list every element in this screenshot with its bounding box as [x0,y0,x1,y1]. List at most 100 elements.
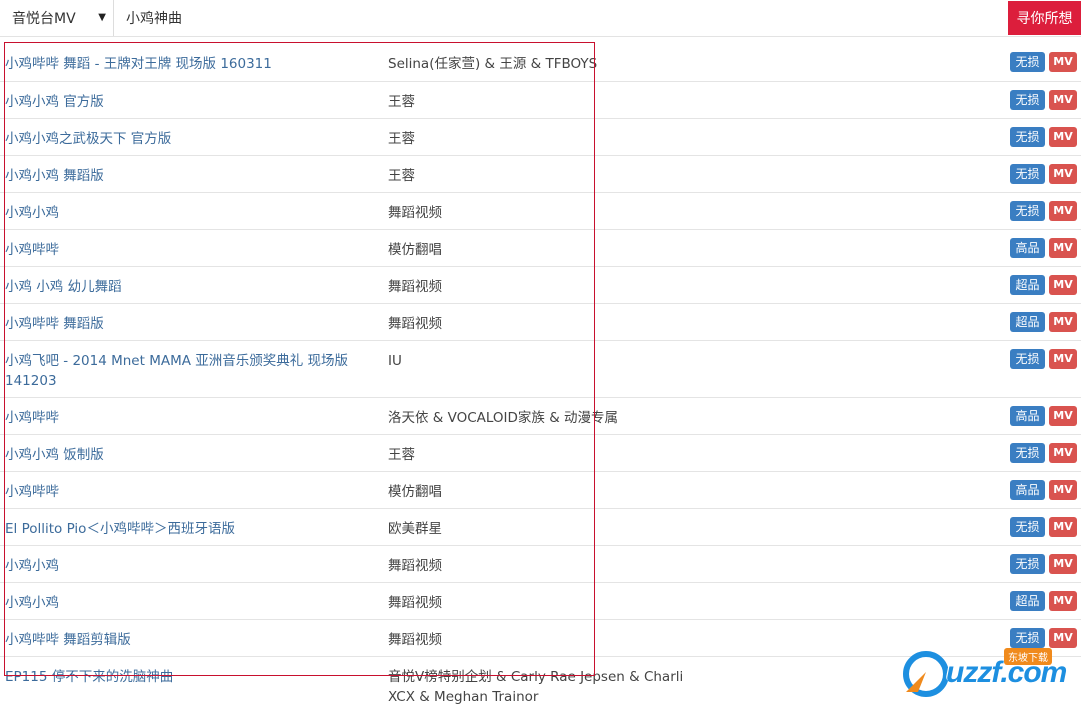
result-row: 小鸡小鸡 舞蹈视频 超品 MV [0,582,1081,619]
artist-name: 模仿翻唱 [388,484,442,500]
mv-badge[interactable]: MV [1049,127,1077,147]
song-title-link[interactable]: 小鸡哔哔 舞蹈版 [5,314,377,334]
song-title-link[interactable]: EP115 停不下来的洗脑神曲 [5,667,377,687]
mv-badge[interactable]: MV [1049,349,1077,369]
result-row: 小鸡小鸡 舞蹈视频 无损 MV [0,545,1081,582]
mv-badge[interactable]: MV [1049,312,1077,332]
mv-badge[interactable]: MV [1049,517,1077,537]
quality-badge[interactable]: 无损 [1010,628,1045,648]
artist-name: 舞蹈视频 [388,316,442,332]
search-input[interactable] [115,0,1007,36]
badge-group: 无损 MV [1010,52,1077,72]
song-title-link[interactable]: 小鸡 小鸡 幼儿舞蹈 [5,277,377,297]
badge-group: 超品 MV [1010,275,1077,295]
mv-badge[interactable]: MV [1049,238,1077,258]
quality-badge[interactable]: 超品 [1010,312,1045,332]
artist-name: IU [388,353,402,369]
result-row: 小鸡小鸡 舞蹈版 王蓉 无损 MV [0,155,1081,192]
badge-group: 无损 MV [1010,443,1077,463]
result-row: 小鸡哔哔 洛天依 & VOCALOID家族 & 动漫专属 高品 MV [0,397,1081,434]
artist-name: 舞蹈视频 [388,279,442,295]
mv-badge[interactable]: MV [1049,443,1077,463]
song-title-link[interactable]: 小鸡小鸡 官方版 [5,92,377,112]
badge-group: 无损 MV [1010,628,1077,648]
song-title-link[interactable]: 小鸡哔哔 [5,408,377,428]
badge-group: 超品 MV [1010,312,1077,332]
quality-badge[interactable]: 无损 [1010,349,1045,369]
quality-badge[interactable]: 无损 [1010,517,1045,537]
result-row: 小鸡 小鸡 幼儿舞蹈 舞蹈视频 超品 MV [0,266,1081,303]
artist-name: 王蓉 [388,94,415,110]
chevron-down-icon: ▼ [98,12,106,23]
quality-badge[interactable]: 超品 [1010,591,1045,611]
artist-name: 洛天依 & VOCALOID家族 & 动漫专属 [388,410,619,426]
song-title-link[interactable]: 小鸡哔哔 [5,482,377,502]
song-title-link[interactable]: 小鸡小鸡 [5,556,377,576]
artist-name: 模仿翻唱 [388,242,442,258]
quality-badge[interactable]: 高品 [1010,238,1045,258]
mv-badge[interactable]: MV [1049,554,1077,574]
badge-group: 超品 MV [1010,591,1077,611]
song-title-link[interactable]: 小鸡小鸡之武极天下 官方版 [5,129,377,149]
quality-badge[interactable]: 无损 [1010,554,1045,574]
artist-name: 舞蹈视频 [388,632,442,648]
badge-group: 无损 MV [1010,517,1077,537]
result-row: 小鸡小鸡 官方版 王蓉 无损 MV [0,81,1081,118]
badge-group: 无损 MV [1010,201,1077,221]
result-row: 小鸡哔哔 舞蹈版 舞蹈视频 超品 MV [0,303,1081,340]
quality-badge[interactable]: 无损 [1010,90,1045,110]
result-row: 小鸡哔哔 模仿翻唱 高品 MV [0,471,1081,508]
result-row: 小鸡飞吧 - 2014 Mnet MAMA 亚洲音乐颁奖典礼 现场版 14120… [0,340,1081,397]
song-title-link[interactable]: 小鸡小鸡 舞蹈版 [5,166,377,186]
mv-badge[interactable]: MV [1049,480,1077,500]
quality-badge[interactable]: 无损 [1010,164,1045,184]
song-title-link[interactable]: 小鸡哔哔 舞蹈剪辑版 [5,630,377,650]
mv-badge[interactable]: MV [1049,52,1077,72]
source-select[interactable]: 音悦台MV ▼ [0,0,114,36]
mv-badge[interactable]: MV [1049,406,1077,426]
result-row: 小鸡小鸡 饭制版 王蓉 无损 MV [0,434,1081,471]
badge-group: 无损 MV [1010,349,1077,369]
song-title-link[interactable]: 小鸡飞吧 - 2014 Mnet MAMA 亚洲音乐颁奖典礼 现场版 14120… [5,351,377,391]
badge-group: 无损 MV [1010,554,1077,574]
mv-badge[interactable]: MV [1049,164,1077,184]
mv-badge[interactable]: MV [1049,628,1077,648]
badge-group: 无损 MV [1010,164,1077,184]
quality-badge[interactable]: 无损 [1010,443,1045,463]
song-title-link[interactable]: El Pollito Pio＜小鸡哔哔＞西班牙语版 [5,519,377,539]
badge-group: 高品 MV [1010,480,1077,500]
artist-name: 音悦V榜特别企划 & Carly Rae Jepsen & Charli XCX… [388,669,684,705]
song-title-link[interactable]: 小鸡小鸡 饭制版 [5,445,377,465]
mv-badge[interactable]: MV [1049,201,1077,221]
quality-badge[interactable]: 高品 [1010,480,1045,500]
search-button[interactable]: 寻你所想 [1008,1,1081,35]
result-row: 小鸡哔哔 舞蹈剪辑版 舞蹈视频 无损 MV [0,619,1081,656]
result-row: EP115 停不下来的洗脑神曲 音悦V榜特别企划 & Carly Rae Jeps… [0,656,1081,713]
song-title-link[interactable]: 小鸡小鸡 [5,203,377,223]
mv-badge[interactable]: MV [1049,591,1077,611]
quality-badge[interactable]: 无损 [1010,52,1045,72]
quality-badge[interactable]: 高品 [1010,406,1045,426]
result-row: El Pollito Pio＜小鸡哔哔＞西班牙语版 欧美群星 无损 MV [0,508,1081,545]
mv-badge[interactable]: MV [1049,275,1077,295]
artist-name: 王蓉 [388,447,415,463]
result-row: 小鸡小鸡之武极天下 官方版 王蓉 无损 MV [0,118,1081,155]
artist-name: Selina(任家萱) & 王源 & TFBOYS [388,56,598,72]
mv-badge[interactable]: MV [1049,90,1077,110]
song-title-link[interactable]: 小鸡哔哔 舞蹈 - 王牌对王牌 现场版 160311 [5,54,377,74]
badge-group: 高品 MV [1010,406,1077,426]
quality-badge[interactable]: 无损 [1010,127,1045,147]
song-title-link[interactable]: 小鸡哔哔 [5,240,377,260]
badge-group: 无损 MV [1010,127,1077,147]
quality-badge[interactable]: 无损 [1010,201,1045,221]
badge-group: 高品 MV [1010,238,1077,258]
artist-name: 舞蹈视频 [388,205,442,221]
result-list: 小鸡哔哔 舞蹈 - 王牌对王牌 现场版 160311 Selina(任家萱) & … [0,44,1081,713]
result-row: 小鸡哔哔 模仿翻唱 高品 MV [0,229,1081,266]
artist-name: 王蓉 [388,168,415,184]
quality-badge[interactable]: 超品 [1010,275,1045,295]
artist-name: 舞蹈视频 [388,595,442,611]
result-row: 小鸡小鸡 舞蹈视频 无损 MV [0,192,1081,229]
source-select-value: 音悦台MV [12,11,76,27]
song-title-link[interactable]: 小鸡小鸡 [5,593,377,613]
